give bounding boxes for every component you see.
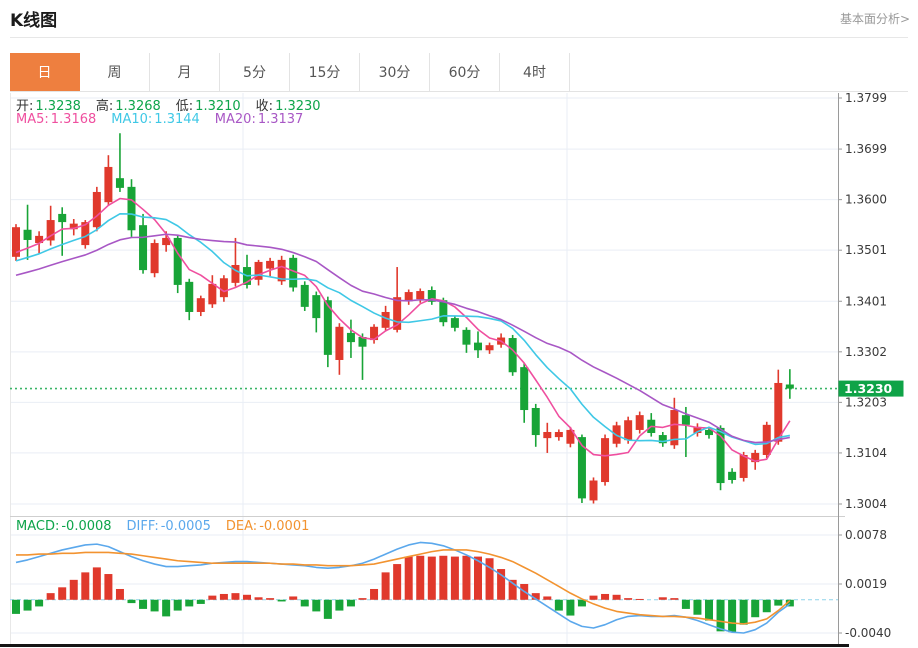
current-price-label: 1.3230 (844, 381, 893, 396)
axis-tick-label: 0.0078 (845, 528, 887, 542)
axis-tick-label: 1.3004 (845, 497, 887, 511)
candle-body (115, 178, 124, 188)
ma10-pair: MA10: 1.3144 (111, 112, 200, 127)
candle-body (785, 384, 794, 389)
diff-value: -0.0005 (160, 519, 211, 534)
candle-body (474, 342, 482, 351)
axis-tick-label: 1.3104 (845, 446, 887, 460)
candle-body (219, 278, 228, 298)
candle-body (462, 329, 471, 345)
candle-body (196, 298, 205, 312)
candle-body (266, 260, 275, 269)
dea-value: -0.0001 (259, 519, 310, 534)
candle-body (185, 281, 194, 312)
candle-body (589, 480, 598, 501)
candle-body (139, 225, 148, 271)
axis-tick-label: 1.3401 (845, 294, 887, 308)
macd-value: -0.0008 (61, 519, 112, 534)
axis-tick-label: 0.0019 (845, 577, 887, 591)
dea-label: DEA: (225, 519, 258, 534)
candle-body (774, 382, 783, 442)
kline-widget: K线图 基本面分析> 日周月 5分 15分 30分 60分 4时 1.3799 1.3699… (0, 0, 918, 648)
candle-body (681, 415, 690, 425)
candle-body (739, 454, 748, 478)
macd-label: MACD: (16, 519, 60, 534)
candle-body (300, 284, 309, 307)
dea-line (16, 549, 791, 625)
ma20-label: MA20: (214, 112, 256, 127)
candle-body (416, 291, 425, 300)
candle-body (728, 471, 737, 480)
candle-body (104, 166, 113, 203)
candles-layer (12, 133, 794, 504)
ma5-label: MA5: (16, 112, 49, 127)
candle-body (485, 345, 494, 351)
gridlines (10, 93, 845, 644)
candle-body (439, 300, 448, 323)
candle-body (58, 213, 67, 223)
macd-legend: MACD: -0.0008 DIFF: -0.0005 DEA: -0.0001 (16, 519, 324, 534)
y-axis: 1.3799 1.3699 1.3600 1.3501 1.3401 1.3302 1.32… (838, 91, 891, 644)
candle-body (150, 243, 159, 274)
candle-body (23, 229, 32, 240)
macd-histogram (12, 555, 794, 633)
candle-body (450, 318, 459, 328)
axis-tick-label: 1.3203 (845, 395, 887, 409)
ma10-value: 1.3144 (154, 112, 200, 127)
candle-body (543, 431, 552, 439)
axis-tick-label: 1.3799 (845, 91, 887, 105)
ma-legend: MA5: 1.3168 MA10: 1.3144 MA20: 1.3137 (16, 112, 318, 127)
candle-body (762, 424, 771, 455)
candle-body (173, 237, 182, 285)
candle-body (127, 186, 136, 231)
axis-tick-label: -0.0040 (845, 626, 891, 640)
candle-body (601, 438, 610, 483)
candle-body (520, 367, 529, 411)
diff-label: DIFF: (126, 519, 159, 534)
candle-body (346, 332, 355, 343)
diff-pair: DIFF: -0.0005 (127, 519, 211, 534)
dea-pair: DEA: -0.0001 (226, 519, 309, 534)
candle-body (208, 283, 217, 305)
candle-body (312, 295, 321, 319)
candle-body (335, 326, 344, 360)
candle-body (531, 407, 540, 436)
candle-body (554, 431, 563, 438)
axis-tick-label: 1.3600 (845, 193, 887, 207)
candle-body (624, 420, 633, 441)
candle-wick (789, 369, 791, 399)
diff-line (15, 541, 791, 634)
ma20-pair: MA20: 1.3137 (215, 112, 304, 127)
ma5-value: 1.3168 (50, 112, 97, 127)
axis-tick-label: 1.3501 (845, 243, 887, 257)
axis-tick-label: 1.3302 (845, 345, 887, 359)
candle-body (92, 191, 101, 228)
candle-body (508, 338, 517, 373)
candle-body (635, 415, 644, 430)
ma20-value: 1.3137 (257, 112, 304, 127)
ma10-label: MA10: (111, 112, 153, 127)
bottom-band (0, 644, 849, 647)
ma5-pair: MA5: 1.3168 (16, 112, 96, 127)
macd-pair: MACD: -0.0008 (16, 519, 112, 534)
current-price-badge: 1.3230 (838, 380, 904, 397)
axis-tick-label: 1.3699 (845, 142, 887, 156)
